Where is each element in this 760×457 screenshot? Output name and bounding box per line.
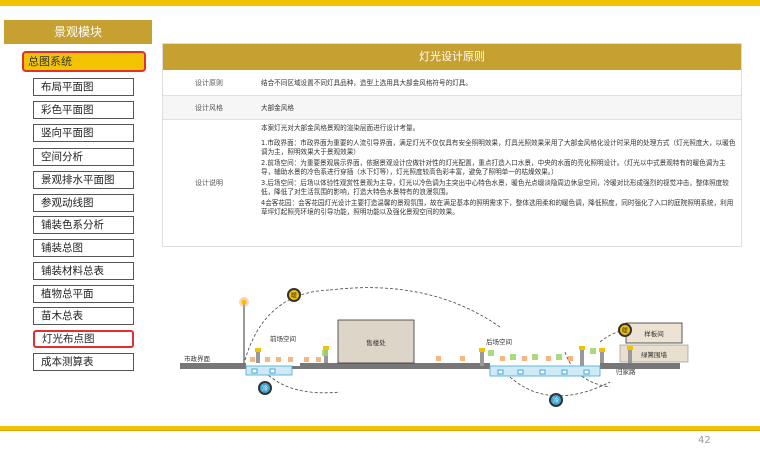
desc-street: 1.市政界面：市政界面为重要的人流引导界面，满足灯光不仅仅具有安全照明效果，灯具… [261, 139, 736, 156]
label-street: 市政界面 [184, 354, 211, 363]
table-header: 灯光设计原则 [163, 44, 741, 70]
cool-badge: 冷 [258, 381, 272, 395]
table-row-style: 设计风格 大部金风格 [163, 96, 741, 120]
nav-item-cost-estimate[interactable]: 成本测算表 [33, 353, 134, 371]
svg-text:暖: 暖 [622, 327, 628, 335]
row-text: 结合不同区域设置不同灯具品种，造型上选用具大部金风格符号的灯具。 [261, 79, 472, 87]
bottom-accent-line [0, 430, 760, 431]
lighting-section-diagram: 售楼处 样板间 绿篱围墙 市政界面 前场空间 后场空间 归家路 暖 暖 冷 冷 [180, 287, 689, 407]
nav-item-paving-plan[interactable]: 铺装总图 [33, 239, 134, 257]
svg-text:暖: 暖 [291, 292, 297, 300]
top-accent-bar [0, 0, 760, 6]
nav-item-vertical-plan[interactable]: 竖向平面图 [33, 124, 134, 142]
label-back: 后场空间 [486, 337, 512, 346]
nav-item-drainage-plan[interactable]: 景观排水平面图 [33, 171, 134, 189]
label-wall: 绿篱围墙 [641, 350, 668, 359]
row-label: 设计说明 [195, 179, 223, 187]
cool-flow-arc-2 [509, 376, 611, 397]
desc-back: 3.后场空间：后场以体验性观赏性景观为主导，灯光以冷色调为主突出中心特色水景，暖… [261, 179, 729, 196]
label-front: 前场空间 [270, 334, 296, 343]
row-text: 大部金风格 [261, 104, 294, 112]
nav-item-planting-plan[interactable]: 植物总平面 [33, 285, 134, 303]
middle-ground [300, 363, 490, 369]
nav-item-layout-plan[interactable]: 布局平面图 [33, 78, 134, 96]
desc-guest: 4会客花园：会客花园灯光设计主要打造温馨的景观氛围，故在满足基本的照明需求下，整… [261, 199, 734, 216]
nav-item-nursery-list[interactable]: 苗木总表 [33, 307, 134, 325]
table-row-description: 设计说明 本案灯光对大部金风格景观的渲染层面进行设计考量。 1.市政界面：市政界… [163, 120, 741, 246]
row-label: 设计风格 [195, 103, 223, 112]
page-number: 42 [698, 435, 711, 446]
warm-badge: 暖 [287, 288, 301, 302]
nav-item-lighting-plan[interactable]: 灯光布点图 [33, 330, 134, 348]
row-text: 本案灯光对大部金风格景观的渲染层面进行设计考量。 1.市政界面：市政界面为重要的… [261, 124, 737, 219]
label-home: 归家路 [616, 367, 636, 376]
svg-text:冷: 冷 [553, 397, 559, 405]
label-guest: 样板间 [644, 329, 664, 338]
svg-text:冷: 冷 [262, 385, 268, 393]
nav-item-space-analysis[interactable]: 空间分析 [33, 148, 134, 166]
slide: 景观模块 总图系统 布局平面图 彩色平面图 竖向平面图 空间分析 景观排水平面图… [0, 0, 760, 457]
street-ground [180, 363, 246, 369]
home-ground [600, 363, 680, 369]
table-row-principle: 设计原则 结合不同区域设置不同灯具品种，造型上选用具大部金风格符号的灯具。 [163, 70, 741, 96]
nav-item-color-plan[interactable]: 彩色平面图 [33, 101, 134, 119]
sidebar-current-section[interactable]: 总图系统 [22, 51, 146, 72]
desc-intro: 本案灯光对大部金风格景观的渲染层面进行设计考量。 [261, 124, 420, 132]
cool-badge-2: 冷 [549, 393, 563, 407]
nav-item-paving-materials[interactable]: 铺装材料总表 [33, 262, 134, 280]
lighting-principles-table: 灯光设计原则 设计原则 结合不同区域设置不同灯具品种，造型上选用具大部金风格符号… [162, 43, 742, 247]
nav-item-visit-route[interactable]: 参观动线图 [33, 194, 134, 212]
nav-item-paving-color[interactable]: 铺装色系分析 [33, 216, 134, 234]
sidebar-title: 景观模块 [4, 20, 152, 44]
desc-front: 2.前场空间：为重要景观展示界面，依据景观设计应做针对性的灯光配置，重点打造入口… [261, 159, 726, 176]
warm-badge-2: 暖 [618, 323, 632, 337]
row-label: 设计原则 [195, 78, 223, 87]
label-sales: 售楼处 [366, 338, 386, 347]
street-lamp-light [241, 299, 247, 305]
